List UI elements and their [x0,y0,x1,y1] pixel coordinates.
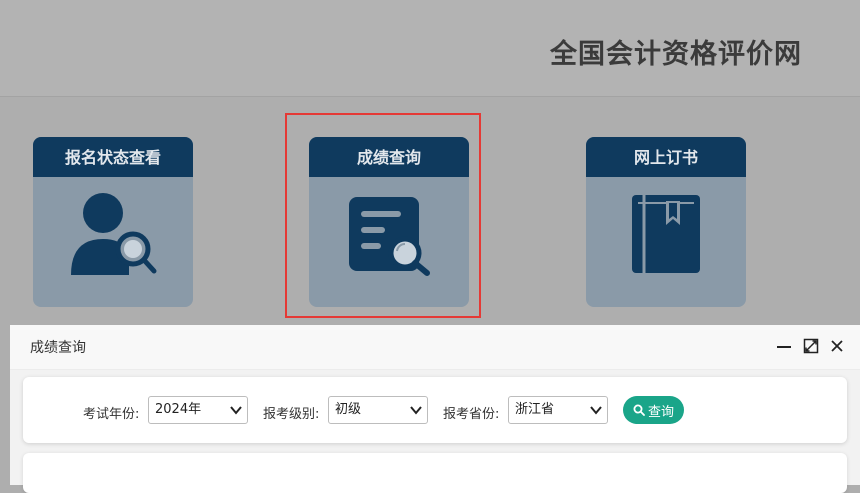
card-registration-status[interactable]: 报名状态查看 [33,137,193,307]
year-label: 考试年份: [83,407,140,422]
filter-panel: 考试年份: 2024年 报考级别: 初级 报考省份: 浙江省 查询 [23,377,847,443]
level-label: 报考级别: [263,407,320,422]
province-label: 报考省份: [443,407,500,422]
chevron-down-icon [230,406,242,415]
search-icon [633,404,645,416]
dialog-titlebar: 成绩查询 [10,325,860,370]
level-select[interactable]: 初级 [328,396,428,424]
score-query-dialog: 成绩查询 考试年份: 2024年 报考级别: 初级 报考省份: 浙江省 查询 [10,325,860,493]
query-button-label: 查询 [647,404,674,420]
result-panel [23,453,847,493]
level-value: 初级 [335,402,362,417]
user-search-icon [71,193,157,275]
card-label: 网上订书 [586,137,746,177]
close-icon[interactable] [828,337,846,355]
year-select[interactable]: 2024年 [148,396,248,424]
year-value: 2024年 [155,402,202,417]
dialog-title: 成绩查询 [30,340,86,356]
chevron-down-icon [410,406,422,415]
minimize-icon[interactable] [775,337,793,355]
site-header: 全国会计资格评价网 [0,0,860,97]
card-book-order[interactable]: 网上订书 [586,137,746,307]
selection-highlight [285,113,481,318]
book-icon [632,195,700,273]
chevron-down-icon [590,406,602,415]
site-title: 全国会计资格评价网 [550,39,802,70]
query-button[interactable]: 查询 [623,396,684,424]
maximize-icon[interactable] [802,337,820,355]
card-label: 报名状态查看 [33,137,193,177]
province-select[interactable]: 浙江省 [508,396,608,424]
province-value: 浙江省 [515,402,555,417]
